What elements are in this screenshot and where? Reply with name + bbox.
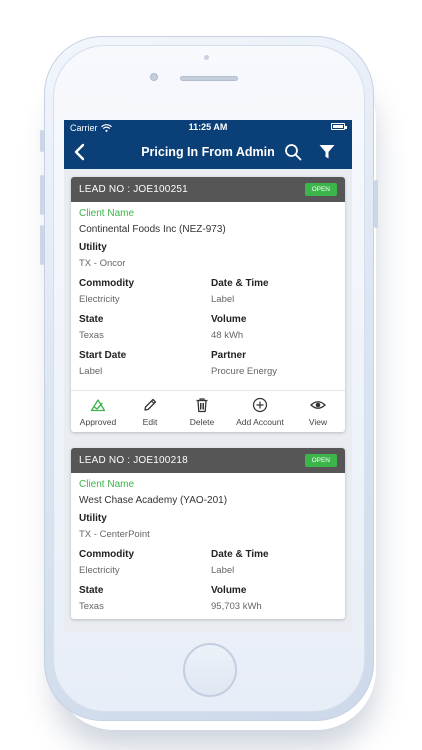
partner-label: Partner	[211, 350, 247, 361]
edit-button[interactable]: Edit	[127, 397, 173, 427]
utility-value: TX - CenterPoint	[79, 529, 150, 540]
start-date-value: Label	[79, 366, 103, 377]
client-name-label: Client Name	[79, 208, 135, 219]
start-date-label: Start Date	[79, 350, 127, 361]
lead-details-grid: Commodity Electricity Date & Time Label …	[79, 276, 337, 384]
status-time: 11:25 AM	[188, 122, 228, 132]
screenshot-stage: Carrier 11:25 AM Pricing In From Admin L…	[0, 0, 422, 750]
lead-details-grid: Commodity Electricity Date & Time Label …	[79, 547, 337, 619]
utility-value: TX - Oncor	[79, 258, 126, 269]
filter-icon[interactable]	[318, 143, 336, 161]
lead-card[interactable]: LEAD NO : JOE100251 OPEN Client Name Con…	[71, 177, 345, 432]
add-account-icon	[252, 397, 268, 413]
partner-value: Procure Energy	[211, 366, 278, 377]
battery-icon	[331, 123, 347, 130]
volume-up-button	[40, 175, 44, 215]
status-badge: OPEN	[304, 454, 337, 467]
app-screen: Carrier 11:25 AM Pricing In From Admin L…	[64, 120, 352, 632]
utility-label: Utility	[79, 242, 107, 253]
approved-icon	[90, 399, 106, 412]
commodity-label: Commodity	[79, 549, 134, 560]
delete-button[interactable]: Delete	[179, 397, 225, 427]
lead-number: LEAD NO : JOE100218	[79, 455, 188, 466]
approved-label: Approved	[79, 417, 117, 427]
home-button[interactable]	[183, 643, 237, 697]
volume-down-button	[40, 225, 44, 265]
lead-card-body: Client Name Continental Foods Inc (NEZ-9…	[71, 202, 345, 384]
view-label: View	[308, 417, 328, 427]
state-value: Texas	[79, 601, 104, 612]
date-time-value: Label	[211, 565, 235, 576]
view-icon	[310, 401, 326, 409]
lead-card-header: LEAD NO : JOE100251 OPEN	[71, 177, 345, 202]
page-title: Pricing In From Admin	[141, 145, 275, 159]
volume-label: Volume	[211, 314, 247, 325]
status-bar: Carrier 11:25 AM	[64, 120, 352, 135]
approved-button[interactable]: Approved	[75, 397, 121, 427]
lead-card-body: Client Name West Chase Academy (YAO-201)…	[71, 473, 345, 619]
add-account-button[interactable]: Add Account	[231, 397, 289, 427]
commodity-value: Electricity	[79, 294, 120, 305]
lead-list: LEAD NO : JOE100251 OPEN Client Name Con…	[64, 169, 352, 619]
date-time-label: Date & Time	[211, 278, 269, 289]
front-camera	[150, 73, 158, 81]
delete-label: Delete	[189, 417, 215, 427]
state-label: State	[79, 314, 104, 325]
volume-label: Volume	[211, 585, 247, 596]
nav-bar: Pricing In From Admin	[64, 135, 352, 169]
volume-value: 48 kWh	[211, 330, 244, 341]
utility-label: Utility	[79, 513, 107, 524]
client-name-label: Client Name	[79, 479, 135, 490]
lead-actions-bar: Approved Edit Delete Add Account View	[71, 390, 345, 432]
view-button[interactable]: View	[295, 397, 341, 427]
client-name-value: Continental Foods Inc (NEZ-973)	[79, 224, 226, 235]
date-time-label: Date & Time	[211, 549, 269, 560]
edit-label: Edit	[142, 417, 158, 427]
volume-value: 95,703 kWh	[211, 601, 262, 612]
lead-number: LEAD NO : JOE100251	[79, 184, 188, 195]
search-icon[interactable]	[284, 143, 302, 161]
state-value: Texas	[79, 330, 104, 341]
lead-card[interactable]: LEAD NO : JOE100218 OPEN Client Name Wes…	[71, 448, 345, 619]
earpiece-speaker	[180, 76, 238, 81]
date-time-value: Label	[211, 294, 235, 305]
proximity-sensor	[204, 55, 209, 60]
edit-icon	[144, 398, 157, 411]
add-account-label: Add Account	[236, 417, 284, 427]
client-name-value: West Chase Academy (YAO-201)	[79, 495, 228, 506]
delete-icon	[196, 398, 208, 413]
commodity-value: Electricity	[79, 565, 120, 576]
lead-card-header: LEAD NO : JOE100218 OPEN	[71, 448, 345, 473]
status-badge: OPEN	[304, 183, 337, 196]
commodity-label: Commodity	[79, 278, 134, 289]
power-button	[374, 180, 378, 228]
mute-switch	[40, 130, 44, 152]
state-label: State	[79, 585, 104, 596]
